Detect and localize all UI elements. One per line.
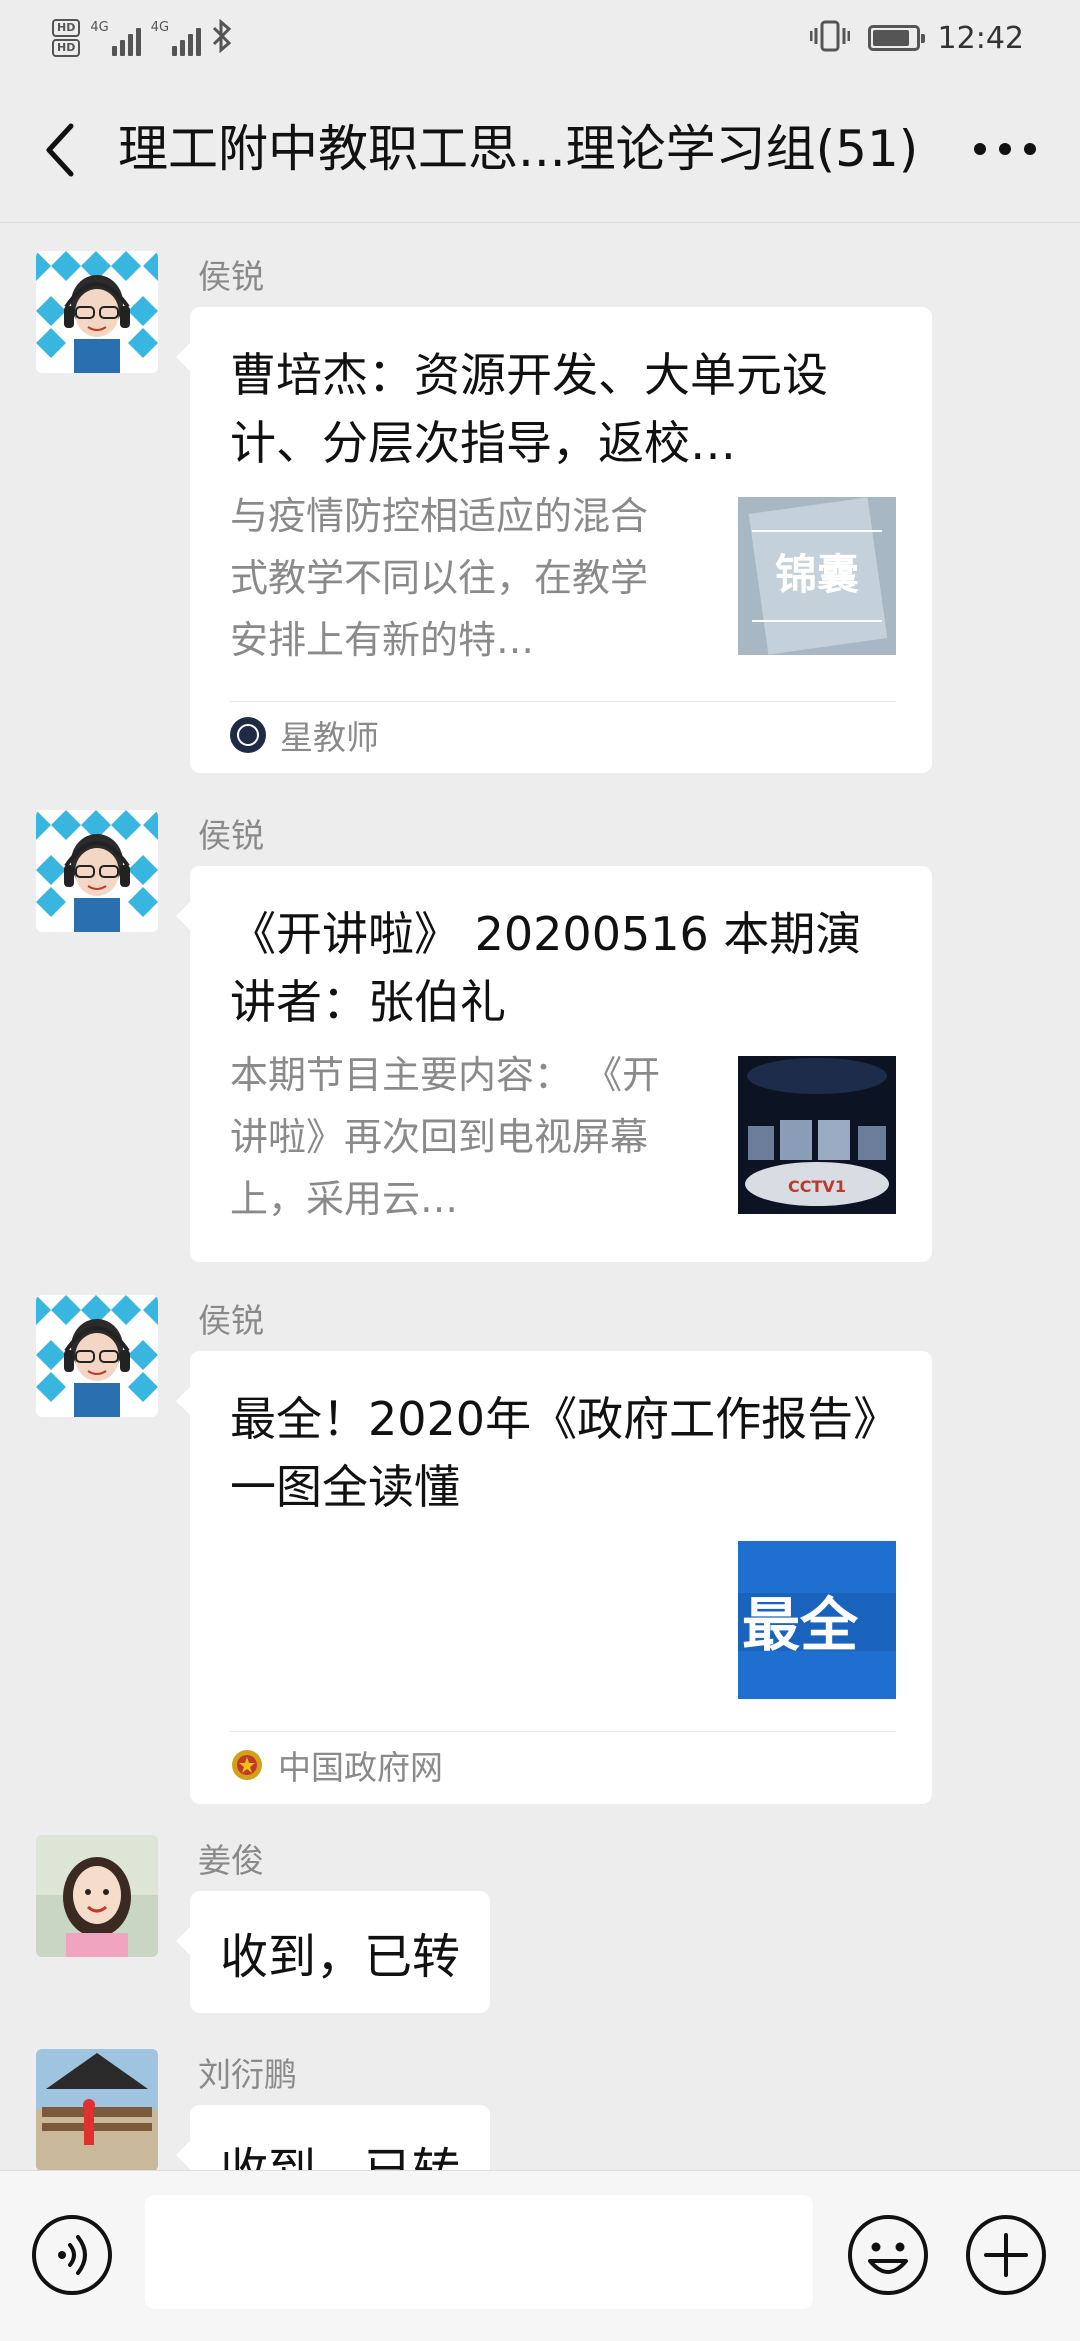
- article-card[interactable]: 曹培杰：资源开发、大单元设计、分层次指导，返校… 与疫情防控相适应的混合式教学不…: [176, 307, 932, 773]
- article-card[interactable]: 《开讲啦》 20200516 本期演讲者：张伯礼 本期节目主要内容： 《开讲啦》…: [176, 866, 932, 1262]
- emoji-icon: [848, 2215, 928, 2295]
- voice-button[interactable]: [30, 2213, 114, 2297]
- article-source: 中国政府网: [230, 1745, 443, 1787]
- article-source: 星教师: [230, 715, 379, 757]
- source-name: 星教师: [280, 718, 379, 757]
- article-title: 《开讲啦》 20200516 本期演讲者：张伯礼: [230, 907, 862, 1029]
- article-description: 与疫情防控相适应的混合式教学不同以往，在教学安排上有新的特…: [230, 494, 649, 662]
- clock: 12:42: [937, 20, 1024, 56]
- signal-icon-2: 4G: [151, 20, 202, 56]
- message-list[interactable]: 侯锐 曹培杰：资源开发、大单元设计、分层次指导，返校… 与疫情防控相适应的混合式…: [0, 223, 1080, 2170]
- more-button[interactable]: [970, 124, 1040, 174]
- article-thumbnail: 锦囊: [738, 497, 896, 655]
- sender-name: 侯锐: [198, 257, 264, 296]
- article-title: 曹培杰：资源开发、大单元设计、分层次指导，返校…: [230, 348, 828, 470]
- status-right: 12:42: [809, 14, 1024, 62]
- avatar[interactable]: [36, 1835, 158, 1957]
- emblem-icon: [232, 1750, 262, 1780]
- message-item: 侯锐 曹培杰：资源开发、大单元设计、分层次指导，返校… 与疫情防控相适应的混合式…: [0, 251, 1080, 773]
- article-card[interactable]: 最全！2020年《政府工作报告》一图全读懂 最全 中国政府网: [176, 1351, 932, 1804]
- source-logo-icon: [230, 717, 266, 753]
- message-input[interactable]: [145, 2195, 813, 2309]
- avatar[interactable]: [36, 810, 158, 932]
- chat-title: 理工附中教职工思...理论学习组(51): [118, 120, 919, 178]
- more-icon: [974, 143, 1036, 155]
- message-item: 刘衍鹏 收到，已转: [0, 2049, 1080, 2170]
- text-bubble[interactable]: 收到，已转: [175, 2105, 491, 2170]
- add-button[interactable]: [964, 2213, 1048, 2297]
- article-description: 本期节目主要内容： 《开讲啦》再次回到电视屏幕上，采用云…: [230, 1053, 661, 1221]
- message-item: 姜俊 收到，已转: [0, 1835, 1080, 2015]
- input-bar: [0, 2170, 1080, 2341]
- source-name: 中国政府网: [278, 1748, 443, 1787]
- bluetooth-icon: [211, 18, 233, 57]
- back-button[interactable]: [30, 120, 90, 180]
- status-bar: HD HD 4G 4G 12:42: [0, 0, 1080, 74]
- sender-name: 侯锐: [198, 1301, 264, 1340]
- article-thumbnail: CCTV1: [738, 1056, 896, 1214]
- svg-text:最全: 最全: [742, 1591, 859, 1659]
- avatar[interactable]: [36, 1295, 158, 1417]
- hd-badge-2: HD: [52, 39, 81, 57]
- hd-badge-1: HD: [52, 19, 81, 37]
- signal-icon-1: 4G: [90, 20, 141, 56]
- message-item: 侯锐 最全！2020年《政府工作报告》一图全读懂 最全 中国政府网: [0, 1295, 1080, 1835]
- svg-text:CCTV1: CCTV1: [788, 1177, 846, 1196]
- sender-name: 姜俊: [198, 1841, 264, 1880]
- avatar[interactable]: [36, 251, 158, 373]
- hd-indicator: HD HD: [52, 19, 81, 57]
- plus-icon: [966, 2215, 1046, 2295]
- text-bubble[interactable]: 收到，已转: [175, 1891, 491, 2013]
- chevron-left-icon: [46, 123, 74, 177]
- article-title: 最全！2020年《政府工作报告》一图全读懂: [230, 1392, 877, 1514]
- voice-icon: [32, 2215, 112, 2295]
- sender-name: 侯锐: [198, 816, 264, 855]
- article-thumbnail: 最全: [738, 1541, 896, 1699]
- card-divider: [230, 701, 896, 702]
- sender-name: 刘衍鹏: [198, 2055, 297, 2094]
- svg-text:锦囊: 锦囊: [775, 550, 859, 599]
- avatar[interactable]: [36, 2049, 158, 2170]
- card-divider: [230, 1731, 896, 1732]
- message-item: 侯锐 《开讲啦》 20200516 本期演讲者：张伯礼 本期节目主要内容： 《开…: [0, 810, 1080, 1270]
- status-left: HD HD 4G 4G: [52, 14, 233, 62]
- battery-icon: [867, 25, 925, 51]
- chat-header: 理工附中教职工思...理论学习组(51): [0, 74, 1080, 223]
- vibrate-icon: [809, 19, 851, 57]
- emoji-button[interactable]: [846, 2213, 930, 2297]
